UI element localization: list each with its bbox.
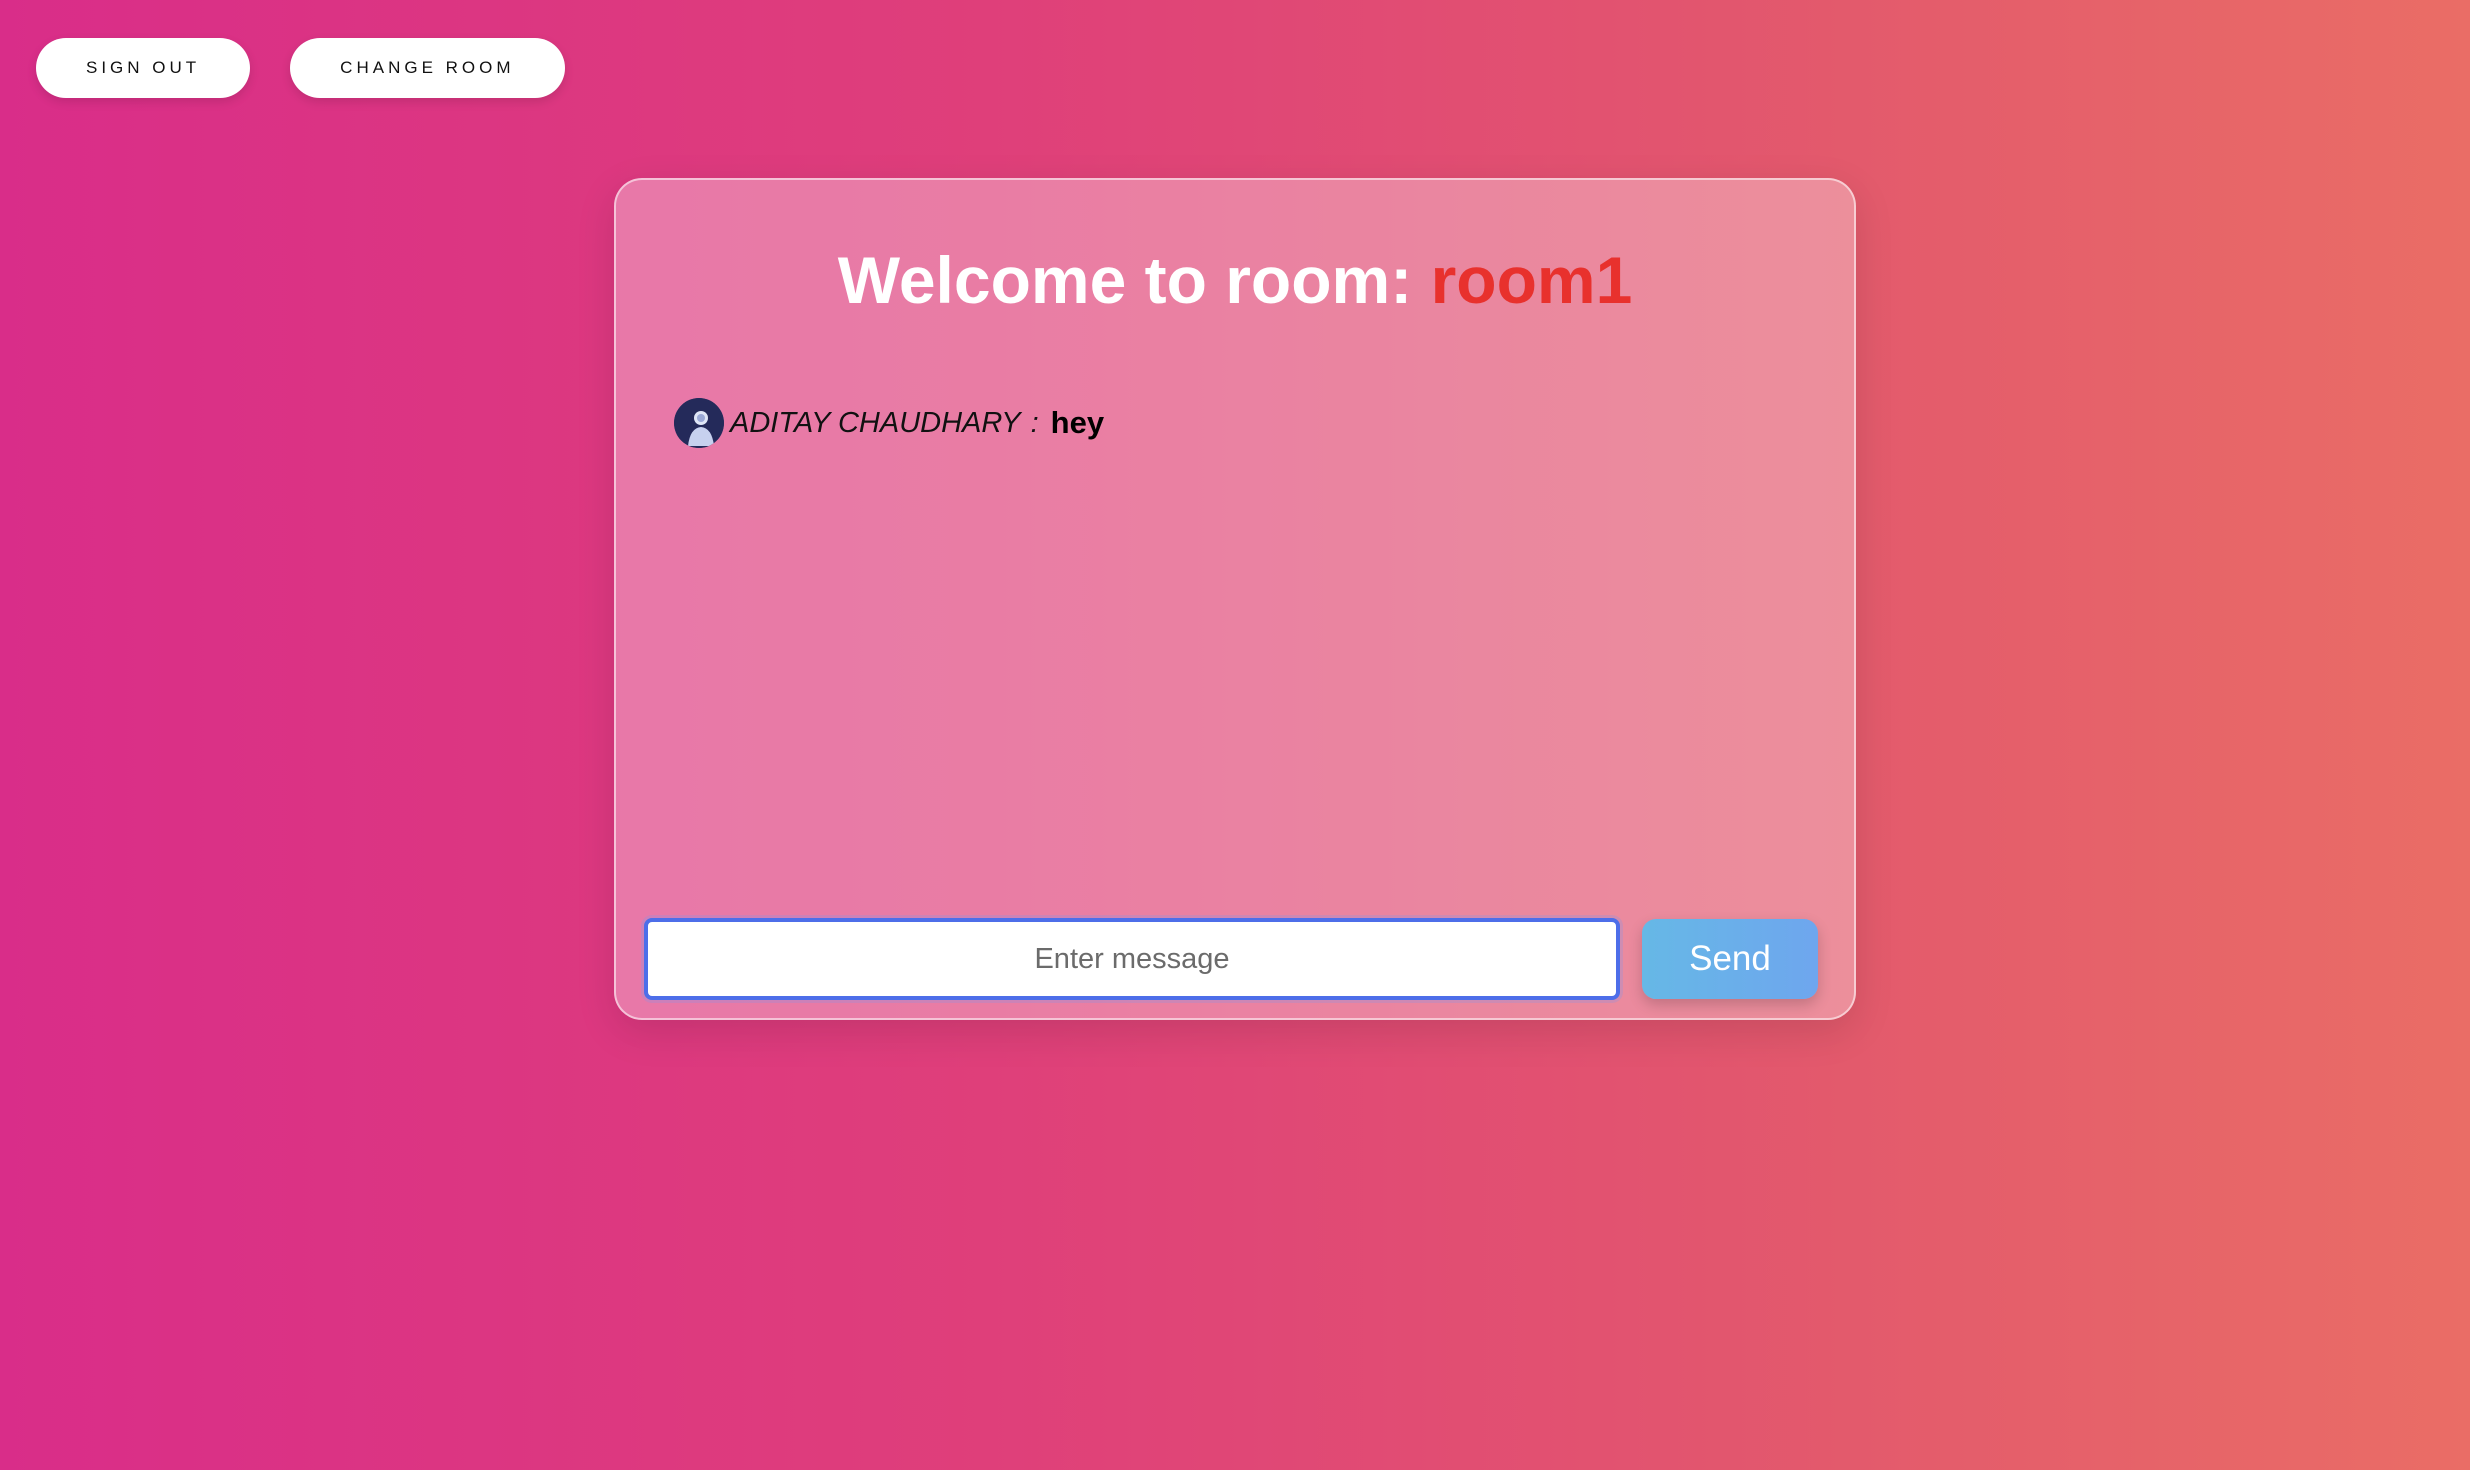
- message-composer: Send: [644, 918, 1818, 1000]
- message-sender: ADITAY CHAUDHARY: [730, 406, 1021, 439]
- message-text: hey: [1050, 405, 1105, 440]
- room-name: room1: [1430, 243, 1633, 317]
- list-item: ADITAY CHAUDHARY : hey: [674, 398, 1796, 448]
- chat-card: Welcome to room: room1 ADITAY CHAUDHARY …: [614, 178, 1856, 1020]
- user-avatar-icon: [674, 398, 724, 448]
- sign-out-button[interactable]: SIGN OUT: [36, 38, 251, 98]
- change-room-button[interactable]: CHANGE ROOM: [290, 38, 565, 98]
- send-button[interactable]: Send: [1642, 919, 1818, 999]
- message-separator: :: [1030, 406, 1039, 439]
- message-list: ADITAY CHAUDHARY : hey: [674, 398, 1796, 448]
- page-title: Welcome to room: room1: [616, 242, 1854, 318]
- message-input[interactable]: [644, 918, 1620, 1000]
- title-prefix: Welcome to room:: [837, 243, 1431, 317]
- top-bar: SIGN OUT CHANGE ROOM: [36, 38, 565, 98]
